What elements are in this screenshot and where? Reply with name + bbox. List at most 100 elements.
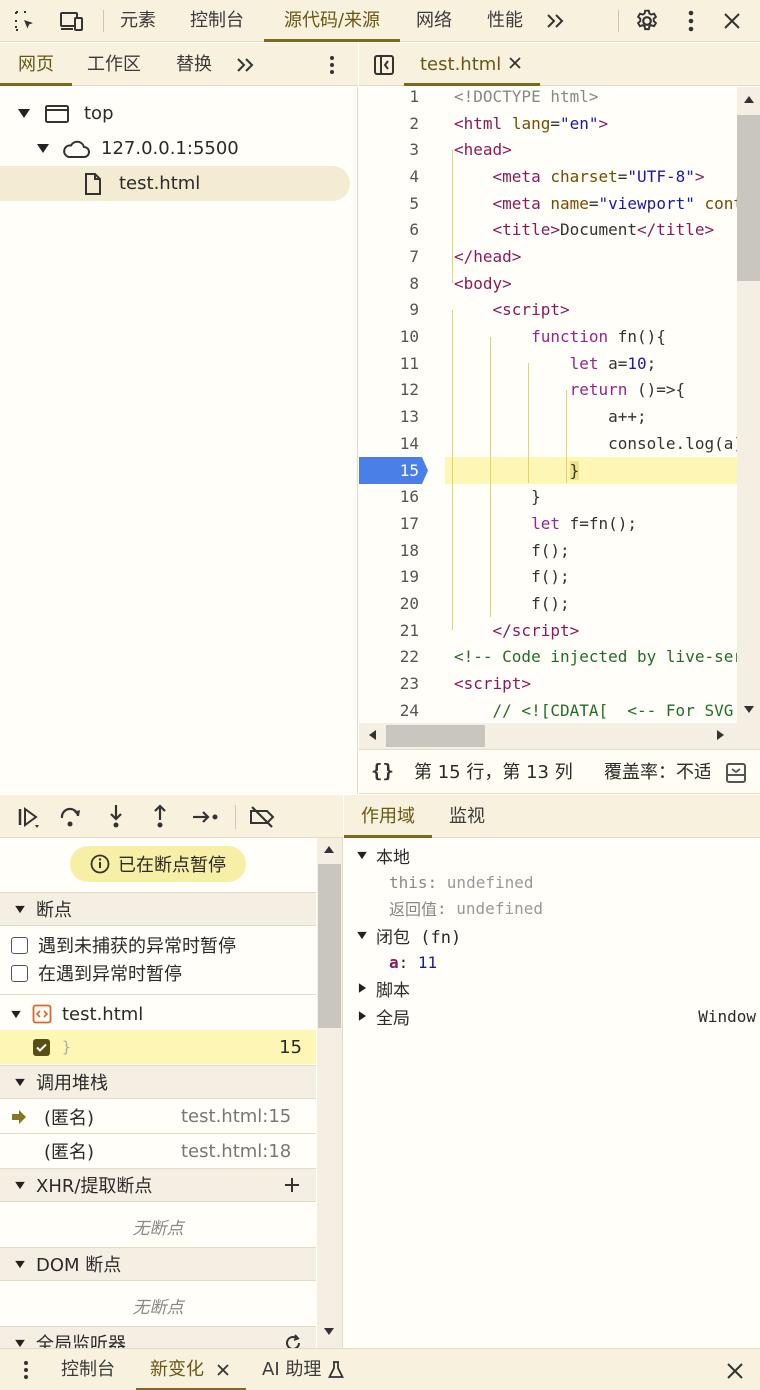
breakpoint-enabled-checkbox[interactable] — [33, 1038, 50, 1056]
drawer-tab-whats-new[interactable]: 新变化 — [136, 1349, 246, 1390]
tab-network[interactable]: 网络 — [416, 0, 452, 42]
code-line: 17 let f=fn(); — [399, 513, 638, 533]
xhr-empty-text: 无断点 — [132, 1219, 184, 1239]
drawer-tab-console[interactable]: 控制台 — [61, 1349, 115, 1390]
pause-uncaught-checkbox[interactable] — [11, 936, 28, 954]
scope-local[interactable]: 本地 — [356, 842, 410, 868]
code-line: 4 <meta charset="UTF-8"> — [409, 166, 705, 186]
frame-location[interactable]: test.html:15 — [181, 1106, 291, 1127]
callstack-frame[interactable]: (匿名) test.html:15 — [0, 1100, 316, 1134]
tree-item-file[interactable]: test.html — [0, 166, 350, 201]
tab-watch[interactable]: 监视 — [449, 795, 485, 838]
expand-triangle-icon[interactable] — [15, 1078, 25, 1086]
expand-triangle-icon[interactable] — [15, 1339, 25, 1347]
tab-page[interactable]: 网页 — [0, 43, 72, 86]
vertical-scrollbar[interactable] — [317, 838, 342, 1348]
drawer-tab-ai-assistant[interactable]: AI 助理 — [262, 1349, 345, 1390]
tree-item-top[interactable]: top — [0, 96, 350, 131]
scope-property-return[interactable]: 返回值: undefined — [389, 895, 543, 921]
tab-label: 新变化 — [150, 1359, 204, 1380]
section-breakpoints-header[interactable]: 断点 — [0, 892, 316, 926]
close-icon[interactable] — [216, 1363, 230, 1377]
tree-item-host[interactable]: 127.0.0.1:5500 — [0, 131, 350, 166]
breakpoint-file-row[interactable]: test.html — [0, 997, 316, 1031]
inspect-element-icon[interactable] — [12, 9, 38, 33]
breakpoint-item[interactable]: } 15 — [0, 1030, 316, 1064]
scroll-up-arrow-icon[interactable] — [744, 96, 754, 103]
scroll-right-arrow-icon[interactable] — [717, 730, 724, 740]
expand-triangle-icon[interactable] — [15, 1260, 25, 1268]
scope-property-a[interactable]: a: 11 — [389, 949, 437, 975]
tab-overrides[interactable]: 替换 — [176, 43, 212, 86]
horizontal-scrollbar[interactable] — [359, 723, 760, 749]
expand-triangle-icon[interactable] — [11, 1010, 21, 1018]
toggle-navigator-icon[interactable] — [372, 53, 396, 77]
expand-triangle-icon[interactable] — [357, 931, 367, 939]
step-over-icon[interactable] — [58, 805, 84, 829]
expand-triangle-icon[interactable] — [18, 109, 30, 118]
close-icon[interactable] — [724, 1360, 746, 1382]
callstack-frame[interactable]: (匿名) test.html:18 — [0, 1134, 316, 1168]
toggle-drawer-icon[interactable] — [724, 761, 748, 785]
scope-closure[interactable]: 闭包 (fn) — [356, 922, 461, 948]
pause-caught-checkbox-row[interactable]: 在遇到异常时暂停 — [0, 956, 316, 990]
scrollbar-thumb[interactable] — [386, 725, 485, 747]
tab-sources[interactable]: 源代码/来源 — [264, 0, 400, 42]
tab-performance[interactable]: 性能 — [487, 0, 523, 42]
gear-icon[interactable] — [634, 8, 660, 34]
code-editor[interactable]: 15 1 <!DOCTYPE html> 2 <html lang="en"> 3 <… — [359, 87, 760, 749]
navigator-tabs: 网页 工作区 替换 — [0, 43, 358, 86]
tab-workspace[interactable]: 工作区 — [87, 43, 141, 86]
section-callstack-header[interactable]: 调用堆栈 — [0, 1065, 316, 1099]
deactivate-breakpoints-icon[interactable] — [247, 805, 277, 829]
more-vertical-icon[interactable] — [322, 54, 342, 76]
info-icon — [90, 854, 110, 874]
flask-icon — [328, 1361, 345, 1379]
frame-location[interactable]: test.html:18 — [181, 1141, 291, 1162]
device-toolbar-icon[interactable] — [58, 9, 86, 33]
scope-property-this[interactable]: this: undefined — [389, 869, 534, 895]
collapsed-triangle-icon[interactable] — [358, 983, 367, 993]
scrollbar-thumb[interactable] — [318, 864, 341, 1028]
coverage-status[interactable]: 覆盖率：不适 — [604, 750, 710, 795]
expand-triangle-icon[interactable] — [37, 144, 49, 153]
collapsed-triangle-icon[interactable] — [358, 1011, 367, 1021]
section-dom-header[interactable]: DOM 断点 — [0, 1247, 316, 1281]
refresh-icon[interactable] — [284, 1334, 302, 1348]
step-out-icon[interactable] — [147, 803, 173, 829]
code-line: 23 <script> — [399, 673, 532, 693]
expand-triangle-icon[interactable] — [357, 851, 367, 859]
more-tabs-chevron-icon[interactable] — [544, 9, 568, 33]
expand-triangle-icon[interactable] — [15, 905, 25, 913]
scroll-left-arrow-icon[interactable] — [369, 730, 376, 740]
code-line: 10 function fn(){ — [399, 326, 666, 346]
editor-tab-test-html[interactable]: test.html — [404, 43, 540, 86]
add-icon[interactable] — [284, 1177, 300, 1193]
scope-global[interactable]: 全局 Window — [358, 1003, 756, 1029]
step-into-icon[interactable] — [103, 803, 129, 829]
pretty-print-icon[interactable]: {} — [371, 760, 394, 782]
close-icon[interactable] — [508, 56, 522, 70]
pause-caught-checkbox[interactable] — [11, 964, 28, 982]
more-vertical-icon[interactable] — [680, 8, 702, 34]
tree-label: top — [84, 103, 114, 124]
tab-scope[interactable]: 作用域 — [344, 795, 432, 838]
tab-console[interactable]: 控制台 — [190, 0, 244, 42]
step-icon[interactable] — [190, 805, 220, 829]
section-listeners-header[interactable]: 全局监听器 — [0, 1326, 316, 1348]
resume-icon[interactable] — [15, 805, 43, 829]
more-vertical-icon[interactable] — [16, 1359, 36, 1381]
divider — [0, 994, 316, 995]
scope-script[interactable]: 脚本 — [358, 975, 410, 1001]
expand-triangle-icon[interactable] — [15, 1181, 25, 1189]
tab-elements[interactable]: 元素 — [120, 0, 156, 42]
section-xhr-header[interactable]: XHR/提取断点 — [0, 1168, 316, 1202]
scroll-up-arrow-icon[interactable] — [324, 846, 334, 853]
scroll-down-arrow-icon[interactable] — [744, 706, 754, 713]
vertical-scrollbar[interactable] — [737, 87, 760, 723]
more-tabs-chevron-icon[interactable] — [234, 54, 258, 76]
current-frame-arrow-icon — [11, 1109, 27, 1124]
close-icon[interactable] — [720, 9, 744, 33]
scrollbar-thumb[interactable] — [737, 115, 760, 281]
scroll-down-arrow-icon[interactable] — [324, 1328, 334, 1335]
